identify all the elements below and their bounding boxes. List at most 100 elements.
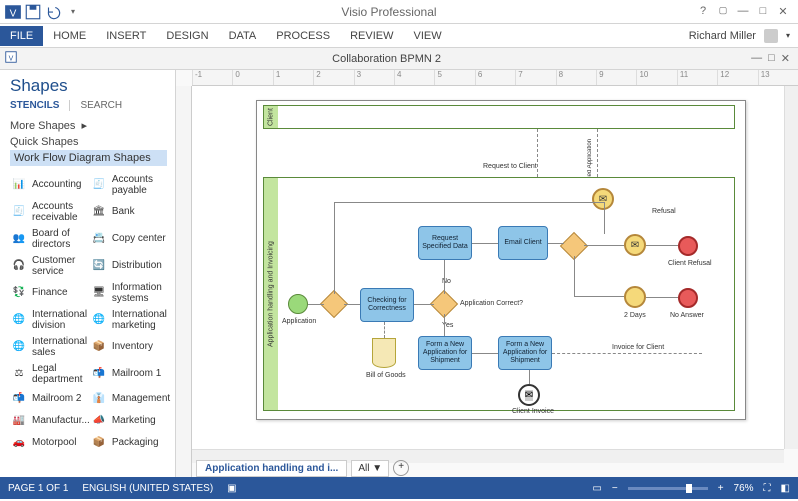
fit-page-icon[interactable]: ⛶	[764, 483, 771, 494]
ribbon-collapse-icon[interactable]: ▢	[716, 5, 730, 18]
minimize-icon[interactable]: —	[736, 5, 750, 18]
tab-file[interactable]: FILE	[0, 26, 43, 46]
doc-minimize-icon[interactable]: —	[751, 52, 762, 65]
task-form-app-1[interactable]: Form a New Application for Shipment	[418, 336, 472, 370]
maximize-icon[interactable]: □	[756, 5, 770, 18]
zoom-out-icon[interactable]: −	[612, 483, 618, 494]
presentation-mode-icon[interactable]: ▭	[592, 483, 601, 494]
shape-item[interactable]: 🖥Information systems	[90, 280, 170, 307]
shape-item[interactable]: 🧾Accounts receivable	[10, 199, 90, 226]
qat-dropdown-icon[interactable]: ▾	[64, 3, 82, 21]
document-icon[interactable]: V	[0, 50, 22, 67]
seq-flow	[414, 304, 434, 305]
tab-design[interactable]: DESIGN	[156, 26, 218, 46]
shape-item[interactable]: 📦Inventory	[90, 334, 170, 361]
doc-close-icon[interactable]: ✕	[781, 52, 790, 65]
shape-item[interactable]: 🎧Customer service	[10, 253, 90, 280]
shape-label: Mailroom 2	[32, 394, 90, 405]
zoom-in-icon[interactable]: +	[718, 483, 724, 494]
sheet-tab-active[interactable]: Application handling and i...	[196, 460, 347, 477]
shape-item[interactable]: 🌐International sales	[10, 334, 90, 361]
message-event-send[interactable]: ✉	[592, 188, 614, 210]
shape-item[interactable]: 📬Mailroom 2	[10, 388, 90, 410]
add-sheet-icon[interactable]: +	[393, 460, 409, 476]
shape-item[interactable]: 📇Copy center	[90, 226, 170, 253]
task-checking[interactable]: Checking for Correctness	[360, 288, 414, 322]
tab-data[interactable]: DATA	[219, 26, 267, 46]
help-icon[interactable]: ?	[696, 5, 710, 18]
svg-text:V: V	[10, 8, 17, 19]
shape-label: Board of directors	[32, 229, 90, 250]
stencils-tab[interactable]: STENCILS	[10, 100, 70, 111]
save-icon[interactable]	[24, 3, 42, 21]
message-event-refusal[interactable]: ✉	[624, 234, 646, 256]
shape-icon: 🌐	[90, 313, 108, 329]
user-name[interactable]: Richard Miller	[689, 30, 756, 42]
shape-label: Accounts receivable	[32, 202, 90, 223]
shape-item[interactable]: 📣Marketing	[90, 410, 170, 432]
end-event-refusal[interactable]	[678, 236, 698, 256]
tab-process[interactable]: PROCESS	[266, 26, 340, 46]
shape-item[interactable]: 👔Management	[90, 388, 170, 410]
status-page[interactable]: PAGE 1 OF 1	[8, 483, 68, 494]
pool-main[interactable]: Application handling and Invoicing Appli…	[263, 177, 735, 411]
stencil-header[interactable]: Work Flow Diagram Shapes	[10, 150, 167, 166]
tab-home[interactable]: HOME	[43, 26, 96, 46]
scrollbar-vertical[interactable]	[784, 86, 798, 449]
shape-item[interactable]: 🔄Distribution	[90, 253, 170, 280]
quick-access-toolbar: V ▾	[0, 3, 82, 21]
seq-flow	[574, 296, 624, 297]
label-bill-of-goods: Bill of Goods	[366, 372, 406, 379]
shape-item[interactable]: 📦Packaging	[90, 432, 170, 454]
shape-icon: 🔄	[90, 259, 108, 275]
task-request-data[interactable]: Request Specified Data	[418, 226, 472, 260]
shape-item[interactable]: ⚖Legal department	[10, 361, 90, 388]
shape-item[interactable]: 🏭Manufactur...	[10, 410, 90, 432]
close-icon[interactable]: ✕	[776, 5, 790, 18]
ruler-tick: 13	[758, 70, 798, 85]
shape-item[interactable]: 🌐International marketing	[90, 307, 170, 334]
shape-icon: 🧾	[10, 205, 28, 221]
user-dropdown-icon[interactable]: ▾	[786, 31, 790, 40]
sheet-tab-all[interactable]: All ▼	[351, 460, 389, 477]
pan-zoom-icon[interactable]: ◧	[781, 483, 790, 494]
end-event-noanswer[interactable]	[678, 288, 698, 308]
shape-icon: 📬	[90, 367, 108, 383]
quick-shapes-link[interactable]: Quick Shapes	[10, 136, 167, 148]
start-event[interactable]	[288, 294, 308, 314]
pool-client[interactable]: Client	[263, 105, 735, 129]
message-event-invoice[interactable]: ✉	[518, 384, 540, 406]
seq-flow	[472, 353, 498, 354]
shape-item[interactable]: 🧾Accounts payable	[90, 172, 170, 199]
drawing-canvas[interactable]: Client Request to Client Specified Appli…	[192, 86, 784, 463]
zoom-level[interactable]: 76%	[734, 483, 754, 494]
seq-flow	[334, 202, 335, 294]
ruler-tick: 1	[273, 70, 313, 85]
tab-review[interactable]: REVIEW	[340, 26, 403, 46]
shape-item[interactable]: 📊Accounting	[10, 172, 90, 199]
shape-item[interactable]: 🚗Motorpool	[10, 432, 90, 454]
task-email-client[interactable]: Email Client	[498, 226, 548, 260]
data-object-bill[interactable]	[372, 338, 396, 368]
shape-item[interactable]: 🌐International division	[10, 307, 90, 334]
shape-item[interactable]: 📬Mailroom 1	[90, 361, 170, 388]
shape-item[interactable]: 🏛Bank	[90, 199, 170, 226]
macro-record-icon[interactable]: ▣	[227, 483, 236, 494]
doc-restore-icon[interactable]: □	[768, 52, 775, 65]
user-avatar-icon[interactable]	[764, 29, 778, 43]
shape-item[interactable]: 👥Board of directors	[10, 226, 90, 253]
undo-icon[interactable]	[44, 3, 62, 21]
task-form-app-2[interactable]: Form a New Application for Shipment	[498, 336, 552, 370]
shape-label: Bank	[112, 207, 170, 218]
shape-icon: 🎧	[10, 259, 28, 275]
tab-insert[interactable]: INSERT	[96, 26, 156, 46]
status-language[interactable]: ENGLISH (UNITED STATES)	[82, 483, 213, 494]
seq-flow	[344, 304, 360, 305]
tab-view[interactable]: VIEW	[403, 26, 451, 46]
zoom-slider[interactable]	[628, 487, 708, 490]
shape-item[interactable]: 💱Finance	[10, 280, 90, 307]
visio-app-icon[interactable]: V	[4, 3, 22, 21]
search-tab[interactable]: SEARCH	[80, 100, 122, 111]
more-shapes-link[interactable]: More Shapes ▸	[10, 119, 167, 132]
timer-event[interactable]	[624, 286, 646, 308]
